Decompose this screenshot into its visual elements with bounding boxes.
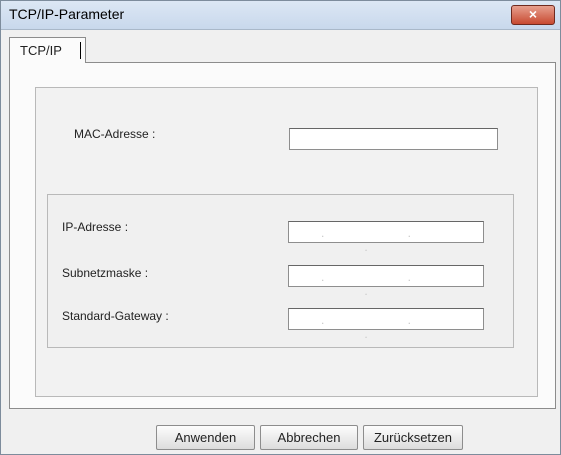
tab-label: TCP/IP xyxy=(20,43,62,58)
gateway-field[interactable]: . . . xyxy=(288,308,484,341)
gateway-label: Standard-Gateway : xyxy=(62,309,169,323)
ip-address-value: . . . xyxy=(320,226,451,254)
close-icon: × xyxy=(528,6,538,22)
subnet-mask-value: . . . xyxy=(320,270,451,298)
dialog-window: TCP/IP-Parameter × TCP/IP MAC-Adresse : … xyxy=(0,0,561,455)
ip-settings-group: IP-Adresse : . . . Subnetzmaske : . . . … xyxy=(47,194,514,348)
cancel-button[interactable]: Abbrechen xyxy=(260,425,358,450)
reset-button[interactable]: Zurücksetzen xyxy=(363,425,463,450)
tab-tcp-ip[interactable]: TCP/IP xyxy=(9,37,86,63)
title-bar[interactable]: TCP/IP-Parameter × xyxy=(1,1,560,30)
gateway-value: . . . xyxy=(320,313,451,341)
subnet-mask-label: Subnetzmaske : xyxy=(62,266,149,280)
window-title: TCP/IP-Parameter xyxy=(9,6,125,22)
mac-address-field[interactable] xyxy=(289,128,498,150)
subnet-mask-field[interactable]: . . . xyxy=(288,265,484,298)
apply-button[interactable]: Anwenden xyxy=(156,425,255,450)
settings-group: MAC-Adresse : IP-Adresse : . . . Subnetz… xyxy=(35,87,538,397)
tab-panel: MAC-Adresse : IP-Adresse : . . . Subnetz… xyxy=(9,62,556,409)
ip-address-field[interactable]: . . . xyxy=(288,221,484,254)
ip-address-label: IP-Adresse : xyxy=(62,220,129,234)
close-button[interactable]: × xyxy=(511,5,555,25)
mac-address-label: MAC-Adresse : xyxy=(74,127,156,141)
